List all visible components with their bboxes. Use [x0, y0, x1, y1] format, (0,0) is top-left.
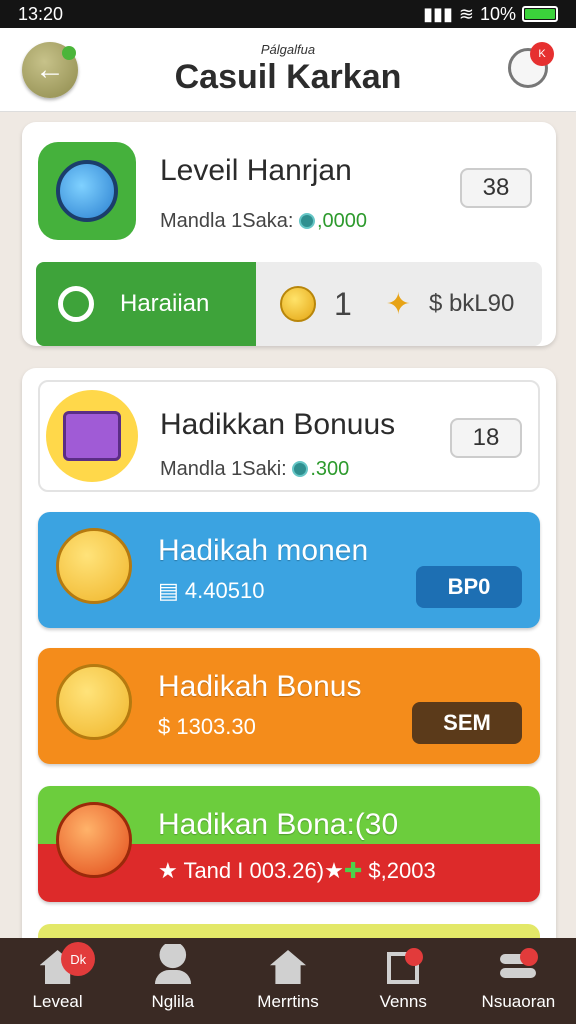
banner-subtitle-value: 4.40510: [184, 578, 265, 603]
nav-item-leveal[interactable]: Leveal Dk: [0, 938, 115, 1024]
banner-title: Hadikah Bonus: [158, 670, 362, 703]
nav-label: Venns: [379, 992, 427, 1011]
banner-subtitle: ▤ 4.40510: [158, 578, 264, 604]
nav-label: Nglila: [151, 992, 195, 1011]
chat-badge: K: [530, 42, 554, 66]
star-icon: ★: [324, 858, 344, 883]
chest-icon-box: [46, 390, 138, 482]
p-logo-icon: [58, 286, 94, 322]
chat-button[interactable]: K: [502, 42, 554, 94]
spark-icon: ✦: [385, 287, 411, 321]
action-label: Haraiian: [120, 290, 210, 317]
house-icon: [270, 950, 306, 984]
app-header: ← Pálgalfua Casuil Karkan K: [0, 28, 576, 112]
sem-button[interactable]: SEM: [412, 702, 522, 744]
nav-item-nglila[interactable]: Nglila: [115, 938, 230, 1024]
level-subtitle: Mandla 1Saka: ,0000: [160, 210, 367, 233]
bottom-nav: Leveal Dk Nglila Merrtins Venns Nsuaoran: [0, 938, 576, 1024]
partial-banner[interactable]: [38, 924, 540, 938]
treasure-chest-icon: [63, 411, 121, 461]
gem-icon: [298, 213, 315, 229]
header-subtitle: Pálgalfua: [260, 42, 316, 57]
status-time: 13:20: [18, 3, 64, 24]
nav-badge: [404, 948, 423, 966]
banner-orange[interactable]: Hadikah Bonus $ 1303.30 SEM: [38, 648, 540, 764]
stack-icon: ▤: [158, 578, 185, 603]
nav-badge: [520, 948, 539, 966]
level-count-chip: 38: [460, 168, 532, 208]
nav-label: Merrtins: [257, 992, 319, 1011]
signal-icon: ▮▮▮: [423, 3, 453, 24]
banner-red[interactable]: Hadikan Bona:(30 ★ Tand I 003.26)★✚ $,20…: [38, 786, 540, 902]
nav-badge: Dk: [61, 942, 96, 976]
level-card[interactable]: Leveil Hanrjan Mandla 1Saka: ,0000 38 Ha…: [22, 122, 556, 346]
gem-icon: [292, 461, 309, 477]
stopwatch-icon: [56, 160, 118, 222]
banner-subtitle: ★ Tand I 003.26)★✚ $,2003: [158, 858, 436, 884]
bonus-container: Hadikkan Bonuus Mandla 1Saki: .300 18 Ha…: [22, 368, 556, 938]
mascot-icon: [56, 664, 132, 740]
level-subtitle-label: Mandla 1Saka:: [160, 210, 294, 232]
bp0-button[interactable]: BP0: [416, 566, 522, 608]
status-bar: 13:20 ▮▮▮ ≋ 10%: [0, 0, 576, 28]
star-icon: ★: [158, 858, 184, 883]
level-action-row: Haraiian 1 ✦ $ bkL90: [36, 262, 542, 346]
battery-percent: 10%: [479, 3, 516, 24]
user-body-icon: [154, 970, 191, 984]
banner-extra-value: $,2003: [368, 858, 436, 883]
bonus-count-chip: 18: [450, 418, 522, 458]
stopwatch-icon-box: [38, 142, 136, 240]
profile-icon: [500, 968, 537, 978]
nav-item-nsuaoran[interactable]: Nsuaoran: [461, 938, 576, 1024]
bonus-subtitle-label: Mandla 1Saki:: [160, 458, 287, 480]
coin-icon: [280, 286, 316, 322]
level-subtitle-value: ,0000: [316, 210, 368, 232]
plus-icon: ✚: [343, 858, 363, 883]
banner-blue[interactable]: Hadikah monen ▤ 4.40510 BP0: [38, 512, 540, 628]
bonus-card[interactable]: Hadikkan Bonuus Mandla 1Saki: .300 18: [38, 380, 540, 492]
wifi-icon: ≋: [458, 3, 474, 24]
haraiian-button[interactable]: Haraiian: [36, 262, 256, 346]
bonus-title: Hadikkan Bonuus: [160, 408, 396, 441]
main-content: Leveil Hanrjan Mandla 1Saka: ,0000 38 Ha…: [0, 112, 576, 938]
bonus-subtitle-value: .300: [310, 458, 350, 480]
battery-icon: [522, 6, 558, 22]
reward-text: $ bkL90: [428, 290, 515, 317]
coin-count: 1: [334, 285, 352, 322]
nav-item-venns[interactable]: Venns: [346, 938, 461, 1024]
reward-panel: 1 ✦ $ bkL90: [256, 262, 542, 346]
bonus-subtitle: Mandla 1Saki: .300: [160, 458, 349, 481]
banner-title: Hadikan Bona:(30: [158, 808, 399, 841]
banner-title: Hadikah monen: [158, 534, 369, 567]
nav-label: Leveal: [32, 992, 83, 1011]
status-icons: ▮▮▮ ≋ 10%: [423, 4, 558, 25]
level-title: Leveil Hanrjan: [160, 154, 352, 187]
banner-subtitle: $ 1303.30: [158, 714, 256, 739]
mascot-icon: [56, 528, 132, 604]
page-title: Casuil Karkan: [174, 58, 402, 96]
nav-item-merrtins[interactable]: Merrtins: [230, 938, 345, 1024]
banner-subtitle-value: Tand I 003.26): [183, 858, 325, 883]
mascot-icon: [56, 802, 132, 878]
nav-label: Nsuaoran: [481, 992, 556, 1011]
